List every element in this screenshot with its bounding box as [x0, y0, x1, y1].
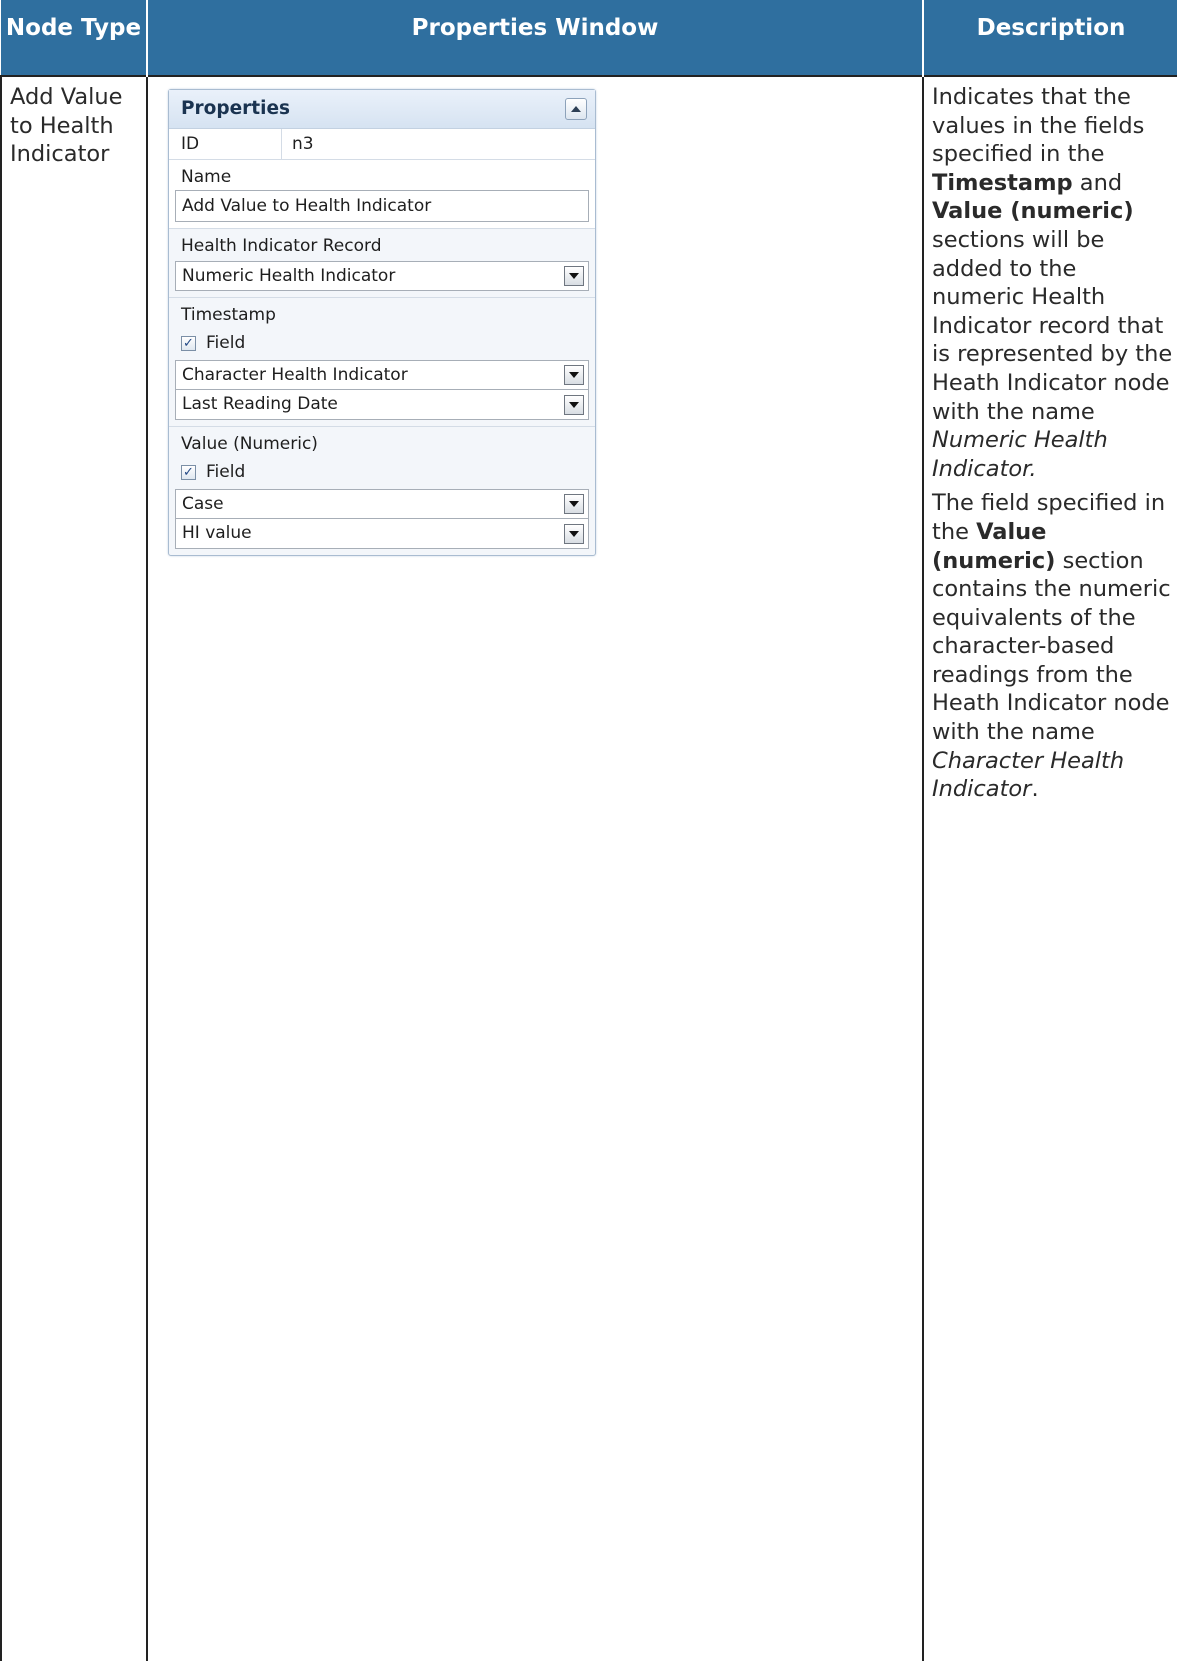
value-source-value: Case: [182, 493, 224, 514]
timestamp-section: Timestamp ✓ Field Character Health Indic…: [169, 298, 595, 427]
description-paragraph-2: The field specified in the Value (numeri…: [932, 489, 1173, 804]
header-node-type: Node Type: [1, 0, 148, 76]
value-field-select[interactable]: HI value: [175, 519, 589, 549]
table-row: Add Value to Health Indicator Properties…: [0, 75, 1177, 1661]
header-description: Description: [922, 0, 1177, 76]
health-indicator-record-select[interactable]: Numeric Health Indicator: [175, 261, 589, 291]
description-paragraph-1: Indicates that the values in the fields …: [932, 83, 1173, 483]
desc-bold-value: Value (numeric): [932, 198, 1134, 225]
timestamp-field-value: Last Reading Date: [182, 394, 338, 415]
desc-text: The field specified in the: [932, 490, 1166, 545]
value-field-label: Field: [206, 461, 246, 482]
id-label: ID: [169, 129, 282, 159]
name-label: Name: [181, 167, 232, 187]
properties-panel-title: Properties: [181, 97, 291, 119]
chevron-down-icon[interactable]: [564, 523, 584, 544]
desc-italic-node-name: Character Health Indicator: [932, 747, 1125, 803]
value-numeric-section: Value (Numeric) ✓ Field Case HI value: [169, 427, 595, 555]
name-field-value: Add Value to Health Indicator: [182, 195, 432, 216]
chevron-down-icon[interactable]: [564, 266, 584, 286]
id-row: ID n3: [169, 129, 595, 160]
desc-text: section contains the numeric equivalents…: [932, 547, 1171, 746]
value-field-value: HI value: [182, 523, 252, 544]
name-field[interactable]: Add Value to Health Indicator: [175, 190, 589, 222]
value-field-checkbox[interactable]: ✓: [181, 464, 196, 480]
timestamp-field-label: Field: [206, 332, 246, 353]
node-type-cell: Add Value to Health Indicator: [0, 75, 148, 1661]
value-numeric-label: Value (Numeric): [181, 434, 318, 454]
desc-bold-timestamp: Timestamp: [932, 169, 1073, 196]
header-properties-window: Properties Window: [146, 0, 924, 76]
checkmark-icon: ✓: [183, 464, 194, 480]
timestamp-field-checkbox-row[interactable]: ✓ Field: [175, 328, 589, 358]
properties-panel-header: Properties: [169, 90, 595, 129]
chevron-down-icon[interactable]: [564, 365, 584, 385]
desc-text: .: [1031, 776, 1039, 803]
node-type-text: Add Value to Health Indicator: [10, 84, 123, 168]
properties-panel: Properties ID n3 Name Add Value to Healt…: [168, 89, 596, 556]
chevron-down-icon[interactable]: [564, 394, 584, 415]
name-section: Name Add Value to Health Indicator: [169, 160, 595, 229]
value-source-select[interactable]: Case: [175, 489, 589, 519]
desc-italic-node-name: Numeric Health Indicator: [932, 427, 1108, 482]
node-type-table: Node Type Properties Window Description …: [0, 0, 1177, 1661]
timestamp-field-checkbox[interactable]: ✓: [181, 335, 196, 351]
value-field-checkbox-row[interactable]: ✓ Field: [175, 457, 589, 487]
timestamp-field-select[interactable]: Last Reading Date: [175, 390, 589, 420]
collapse-up-icon[interactable]: [565, 98, 587, 120]
header-row: Node Type Properties Window Description: [1, 0, 1177, 76]
health-indicator-record-value: Numeric Health Indicator: [182, 265, 396, 286]
desc-text: .: [1029, 455, 1037, 482]
timestamp-source-select[interactable]: Character Health Indicator: [175, 360, 589, 390]
chevron-down-icon[interactable]: [564, 494, 584, 514]
desc-text: Indicates that the values in the fields …: [932, 84, 1145, 168]
id-value: n3: [292, 133, 314, 154]
properties-window-cell: Properties ID n3 Name Add Value to Healt…: [146, 75, 924, 1661]
timestamp-label: Timestamp: [181, 305, 276, 325]
health-indicator-record-label: Health Indicator Record: [181, 236, 382, 256]
checkmark-icon: ✓: [183, 335, 194, 351]
description-cell: Indicates that the values in the fields …: [922, 75, 1177, 1661]
health-indicator-record-section: Health Indicator Record Numeric Health I…: [169, 229, 595, 298]
timestamp-source-value: Character Health Indicator: [182, 364, 408, 385]
desc-text: sections will be added to the numeric He…: [932, 226, 1173, 425]
desc-text: and: [1072, 169, 1123, 196]
